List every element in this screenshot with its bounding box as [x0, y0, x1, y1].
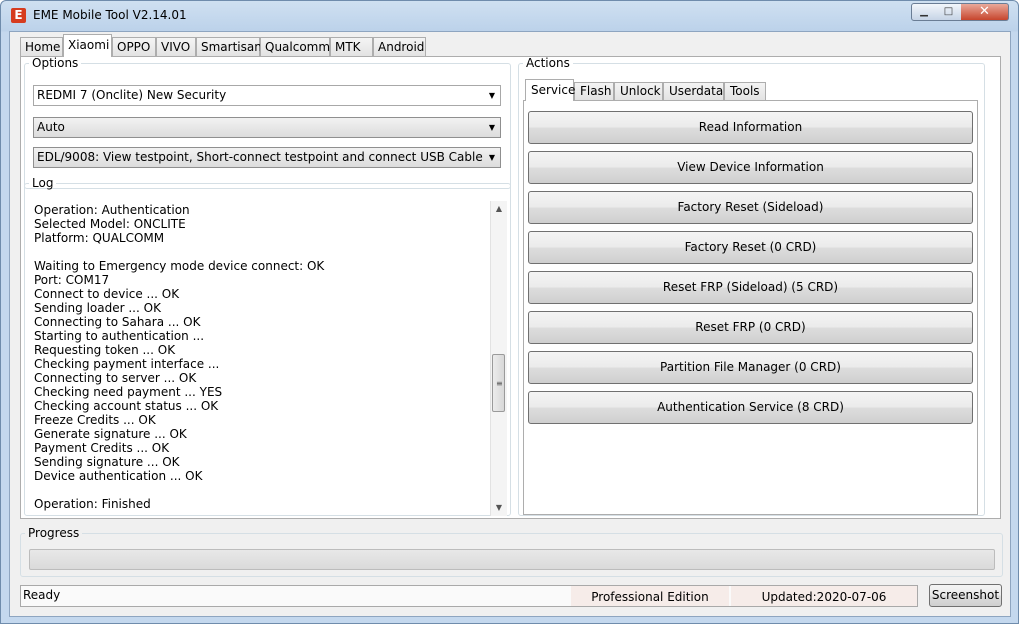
progress-group: Progress	[20, 527, 1003, 577]
minimize-button[interactable]: ▁	[911, 3, 937, 21]
log-line: Operation: Authentication	[34, 203, 190, 217]
chevron-down-icon: ▼	[488, 123, 495, 132]
tab-oppo[interactable]: OPPO	[112, 37, 156, 56]
tab-vivo[interactable]: VIVO	[156, 37, 196, 56]
mode-select[interactable]: Auto ▼	[33, 117, 501, 138]
log-line: Connecting to Sahara ... OK	[34, 315, 201, 329]
client-area: Home Xiaomi OPPO VIVO Smartisan Qualcomm…	[9, 31, 1011, 617]
scroll-up-icon[interactable]: ▲	[491, 201, 507, 217]
service-tab-panel: Read Information View Device Information…	[523, 100, 978, 515]
mode-select-value: Auto	[37, 120, 65, 134]
grip-icon: ≡	[496, 379, 503, 388]
tab-mtk[interactable]: MTK	[330, 37, 373, 56]
scroll-thumb[interactable]: ≡	[492, 354, 505, 412]
log-line: Sending loader ... OK	[34, 301, 161, 315]
chevron-down-icon: ▼	[488, 91, 495, 100]
factory-reset-sideload-button[interactable]: Factory Reset (Sideload)	[528, 191, 973, 224]
model-select-value: REDMI 7 (Onclite) New Security	[37, 88, 227, 102]
read-information-button[interactable]: Read Information	[528, 111, 973, 144]
log-line: Waiting to Emergency mode device connect…	[34, 259, 325, 273]
status-bar: Ready Professional Edition Updated:2020-…	[20, 585, 918, 607]
log-line: Payment Credits ... OK	[34, 441, 170, 455]
connect-method-select[interactable]: EDL/9008: View testpoint, Short-connect …	[33, 147, 501, 168]
actions-legend: Actions	[526, 56, 570, 70]
log-line: Connect to device ... OK	[34, 287, 180, 301]
app-logo-icon: E	[11, 8, 26, 23]
log-line: Sending signature ... OK	[34, 455, 180, 469]
log-line: Checking payment interface ...	[34, 357, 220, 371]
options-legend: Options	[32, 56, 79, 70]
log-line: Selected Model: ONCLITE	[34, 217, 186, 231]
tab-unlock[interactable]: Unlock	[614, 82, 663, 100]
log-output[interactable]: Operation: Authentication Selected Model:…	[34, 203, 489, 513]
connect-method-value: EDL/9008: View testpoint, Short-connect …	[37, 150, 483, 164]
window-title: EME Mobile Tool V2.14.01	[33, 8, 187, 22]
authentication-service-button[interactable]: Authentication Service (8 CRD)	[528, 391, 973, 424]
log-line: Requesting token ... OK	[34, 343, 176, 357]
app-window: E EME Mobile Tool V2.14.01 ▁ □ ✕ Home Xi…	[0, 0, 1019, 624]
model-select[interactable]: REDMI 7 (Onclite) New Security ▼	[33, 85, 501, 106]
log-legend: Log	[32, 176, 54, 190]
tab-flash[interactable]: Flash	[574, 82, 614, 100]
log-line: Platform: QUALCOMM	[34, 231, 165, 245]
tab-service[interactable]: Service	[525, 79, 575, 101]
factory-reset-button[interactable]: Factory Reset (0 CRD)	[528, 231, 973, 264]
title-bar[interactable]: E EME Mobile Tool V2.14.01 ▁ □ ✕	[1, 1, 1018, 31]
log-group: Log Operation: Authentication Selected Mo…	[24, 177, 511, 516]
log-line: Starting to authentication ...	[34, 329, 205, 343]
log-line: Device authentication ... OK	[34, 469, 203, 483]
log-line: Checking account status ... OK	[34, 399, 219, 413]
log-scrollbar[interactable]: ▲ ≡ ▼	[490, 201, 507, 516]
status-text: Ready	[23, 588, 61, 602]
reset-frp-button[interactable]: Reset FRP (0 CRD)	[528, 311, 973, 344]
options-group: Options REDMI 7 (Onclite) New Security ▼…	[24, 57, 511, 189]
log-line: Generate signature ... OK	[34, 427, 187, 441]
tab-android[interactable]: Android	[373, 37, 426, 56]
partition-file-manager-button[interactable]: Partition File Manager (0 CRD)	[528, 351, 973, 384]
tab-home[interactable]: Home	[20, 37, 63, 56]
progress-bar	[29, 549, 995, 570]
tab-smartisan[interactable]: Smartisan	[196, 37, 262, 56]
log-line: Operation: Finished	[34, 497, 151, 511]
tab-xiaomi[interactable]: Xiaomi	[63, 34, 112, 57]
log-line: Connecting to server ... OK	[34, 371, 197, 385]
view-device-information-button[interactable]: View Device Information	[528, 151, 973, 184]
log-line: Port: COM17	[34, 273, 110, 287]
tab-tools[interactable]: Tools	[724, 82, 766, 100]
log-line: Checking need payment ... YES	[34, 385, 223, 399]
xiaomi-tab-panel: Options REDMI 7 (Onclite) New Security ▼…	[20, 56, 1001, 519]
scroll-down-icon[interactable]: ▼	[491, 500, 507, 516]
maximize-button[interactable]: □	[936, 3, 962, 21]
reset-frp-sideload-button[interactable]: Reset FRP (Sideload) (5 CRD)	[528, 271, 973, 304]
close-button[interactable]: ✕	[961, 3, 1009, 21]
tab-qualcomm[interactable]: Qualcomm	[260, 37, 330, 56]
chevron-down-icon: ▼	[488, 153, 495, 162]
screenshot-button[interactable]: Screenshot	[929, 584, 1002, 607]
actions-group: Actions Service Flash Unlock Userdata To…	[518, 57, 985, 516]
progress-legend: Progress	[28, 526, 80, 540]
log-line: Freeze Credits ... OK	[34, 413, 156, 427]
edition-label: Professional Edition	[571, 586, 729, 606]
tab-userdata[interactable]: Userdata	[663, 82, 724, 100]
updated-date-label: Updated:2020-07-06	[731, 586, 917, 606]
